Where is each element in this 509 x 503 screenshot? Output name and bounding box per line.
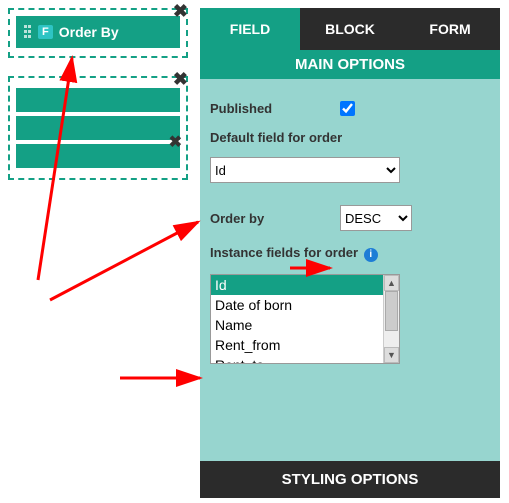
published-checkbox[interactable] (340, 101, 355, 116)
info-icon[interactable]: i (364, 248, 378, 262)
left-panel: ✖ F Order By ✖ ✖ (8, 8, 188, 180)
drag-handle-icon[interactable] (24, 25, 32, 39)
main-options-header: MAIN OPTIONS (200, 50, 500, 79)
order-by-block: ✖ F Order By (8, 8, 188, 58)
default-field-select[interactable]: Id (210, 157, 400, 183)
listbox-items[interactable]: IdDate of bornNameRent_fromRent_to (211, 275, 383, 363)
order-by-label: Order By (59, 24, 119, 40)
list-item[interactable]: Date of born (211, 295, 383, 315)
block-row[interactable] (16, 88, 180, 112)
order-by-row: Order by DESC (210, 205, 490, 231)
default-field-label: Default field for order (210, 130, 490, 145)
instance-fields-listbox: IdDate of bornNameRent_fromRent_to ▲ ▼ (210, 274, 400, 364)
styling-options-header[interactable]: STYLING OPTIONS (200, 461, 500, 498)
scrollbar[interactable]: ▲ ▼ (383, 275, 399, 363)
block-row[interactable]: ✖ (16, 144, 180, 168)
scroll-up-icon[interactable]: ▲ (384, 275, 399, 291)
order-by-header[interactable]: F Order By (16, 16, 180, 48)
close-icon[interactable]: ✖ (173, 2, 188, 20)
close-icon[interactable]: ✖ (173, 70, 188, 88)
scroll-down-icon[interactable]: ▼ (384, 347, 399, 363)
list-item[interactable]: Id (211, 275, 383, 295)
rows-block: ✖ ✖ (8, 76, 188, 180)
order-by-select-label: Order by (210, 211, 340, 226)
options-content: Published Default field for order Id Ord… (200, 79, 500, 461)
order-by-select[interactable]: DESC (340, 205, 412, 231)
tab-field[interactable]: FIELD (200, 8, 300, 50)
right-panel: FIELD BLOCK FORM MAIN OPTIONS Published … (200, 8, 500, 498)
close-icon[interactable]: ✖ (169, 132, 182, 152)
scroll-thumb[interactable] (385, 291, 398, 331)
tab-form[interactable]: FORM (400, 8, 500, 50)
tab-block[interactable]: BLOCK (300, 8, 400, 50)
tabs: FIELD BLOCK FORM (200, 8, 500, 50)
published-label: Published (210, 101, 340, 116)
instance-fields-label: Instance fields for order (210, 245, 358, 260)
instance-fields-label-wrap: Instance fields for order i (210, 245, 490, 262)
list-item[interactable]: Rent_to (211, 355, 383, 363)
list-item[interactable]: Name (211, 315, 383, 335)
block-row[interactable] (16, 116, 180, 140)
scroll-track[interactable] (384, 291, 399, 347)
field-badge: F (38, 25, 53, 39)
list-item[interactable]: Rent_from (211, 335, 383, 355)
published-row: Published (210, 101, 490, 116)
